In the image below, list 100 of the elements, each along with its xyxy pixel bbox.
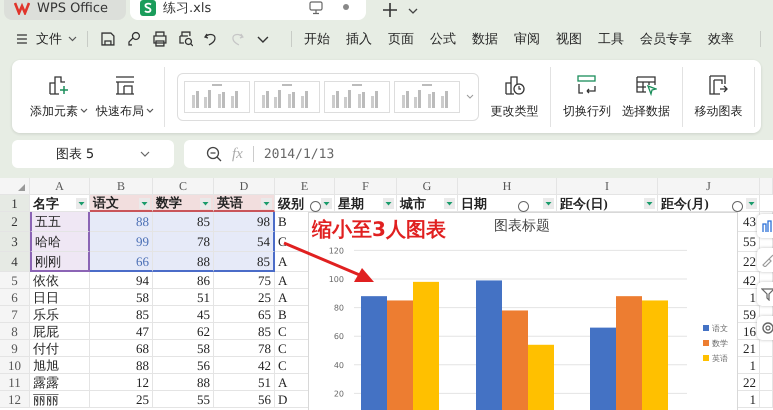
table-cell: 刚刚 [35, 254, 61, 268]
resize-handle[interactable] [518, 201, 529, 212]
table-cell: 21 [743, 340, 756, 356]
bar-chart-icon [761, 219, 773, 233]
wps-logo-icon [14, 1, 30, 15]
row-header[interactable]: 7 [0, 306, 30, 323]
table-cell: 哈哈 [35, 234, 61, 249]
switch-row-column-button[interactable]: 切换行列 [557, 74, 617, 120]
column-header[interactable]: B [90, 178, 153, 195]
filter-dropdown-icon[interactable] [200, 198, 211, 209]
filter-dropdown-icon[interactable] [543, 198, 554, 209]
file-menu[interactable]: 文件 [36, 30, 77, 48]
filter-dropdown-icon[interactable] [746, 198, 757, 209]
table-cell: D [278, 392, 288, 406]
menu-tab[interactable]: 审阅 [514, 30, 540, 48]
table-cell: 51 [258, 374, 271, 390]
zoom-out-icon[interactable] [206, 146, 222, 162]
formula-input[interactable]: 2014/1/13 [264, 146, 334, 162]
column-header[interactable]: E [275, 178, 335, 195]
table-cell: 86 [197, 272, 210, 288]
row-header[interactable]: 5 [0, 272, 30, 289]
table-cell: A [278, 272, 288, 288]
column-header[interactable]: I [557, 178, 658, 195]
share-icon[interactable] [126, 31, 142, 47]
column-header[interactable]: A [30, 178, 90, 195]
table-cell: 58 [136, 290, 149, 304]
file-tab[interactable]: WPS Office [4, 0, 126, 20]
axis-label: 20 [334, 389, 344, 398]
data-select-icon [635, 74, 658, 96]
row-header[interactable]: 8 [0, 323, 30, 340]
column-header[interactable]: D [214, 178, 275, 195]
row-header[interactable]: 4 [0, 252, 30, 272]
menu-tab[interactable]: 效率 [708, 30, 734, 48]
name-box[interactable]: 图表 5 [12, 140, 174, 168]
table-cell: 54 [257, 234, 270, 249]
column-title: 星期 [338, 196, 364, 210]
table-cell: A [278, 374, 288, 390]
new-tab-icon[interactable] [382, 2, 398, 18]
menu-tab[interactable]: 公式 [430, 30, 456, 48]
filter-dropdown-icon[interactable] [321, 198, 332, 209]
table-cell: 屁屁 [33, 324, 59, 338]
menu-tab[interactable]: 工具 [598, 30, 624, 48]
column-header[interactable]: F [335, 178, 397, 195]
menu-tab[interactable]: 页面 [388, 30, 414, 48]
move-chart-button[interactable]: 移动图表 [688, 74, 748, 120]
column-header[interactable]: H [458, 178, 557, 195]
select-data-button[interactable]: 选择数据 [616, 74, 676, 120]
annotation-text: 缩小至3人图表 [312, 216, 446, 243]
row-header[interactable]: 2 [0, 212, 30, 232]
menu-icon[interactable] [16, 33, 28, 45]
filter-dropdown-icon[interactable] [383, 198, 394, 209]
table-cell: C [278, 324, 287, 338]
table-cell: 88 [197, 254, 210, 268]
menu-tab[interactable]: 会员专享 [640, 30, 692, 48]
table-cell: C [278, 234, 287, 249]
column-header[interactable]: J [658, 178, 760, 195]
row-header[interactable]: 1 [0, 195, 30, 212]
print-icon[interactable] [152, 31, 168, 47]
table-cell: 付付 [33, 340, 59, 356]
quick-layout-button[interactable]: 快速布局 [92, 74, 158, 120]
row-header[interactable]: 3 [0, 232, 30, 252]
row-header[interactable]: 9 [0, 340, 30, 357]
file-tab[interactable]: 练习.xls [130, 0, 366, 20]
save-icon[interactable] [100, 31, 116, 47]
menu-tab[interactable]: 开始 [304, 30, 330, 48]
print-preview-icon[interactable] [178, 31, 194, 47]
column-header[interactable]: C [153, 178, 214, 195]
caret-icon[interactable] [408, 7, 418, 15]
table-cell: 12 [136, 374, 149, 390]
table-cell: 1 [750, 290, 756, 304]
table-cell: A [278, 290, 288, 304]
table-cell: 依依 [33, 272, 59, 288]
change-type-button[interactable]: 更改类型 [485, 74, 544, 120]
filter-dropdown-icon[interactable] [139, 198, 150, 209]
add-element-icon [48, 74, 70, 96]
table-cell: 62 [197, 324, 210, 338]
table-cell: 85 [258, 324, 271, 338]
caret-icon [68, 36, 77, 42]
select-all-icon[interactable] [18, 184, 25, 191]
filter-dropdown-icon[interactable] [76, 198, 87, 209]
row-header[interactable]: 12 [0, 391, 30, 408]
column-title: 语文 [93, 195, 119, 210]
menu-tab[interactable]: 视图 [556, 30, 582, 48]
add-element-button[interactable]: 添加元素 [26, 74, 92, 120]
menu-tab[interactable]: 插入 [346, 30, 372, 48]
legend-label: 英语 [712, 354, 728, 363]
resize-handle[interactable] [732, 201, 743, 212]
expand-icon[interactable] [466, 92, 474, 100]
column-header[interactable]: G [397, 178, 458, 195]
row-header[interactable]: 11 [0, 374, 30, 391]
filter-dropdown-icon[interactable] [261, 198, 272, 209]
filter-dropdown-icon[interactable] [444, 198, 455, 209]
table-cell: 68 [136, 340, 149, 356]
table-cell: 乐乐 [33, 306, 59, 322]
menu-tab[interactable]: 数据 [472, 30, 498, 48]
chart-style-gallery[interactable] [177, 72, 480, 120]
resize-handle[interactable] [310, 201, 321, 212]
row-header[interactable]: 10 [0, 357, 30, 374]
filter-dropdown-icon[interactable] [644, 198, 655, 209]
row-header[interactable]: 6 [0, 289, 30, 306]
